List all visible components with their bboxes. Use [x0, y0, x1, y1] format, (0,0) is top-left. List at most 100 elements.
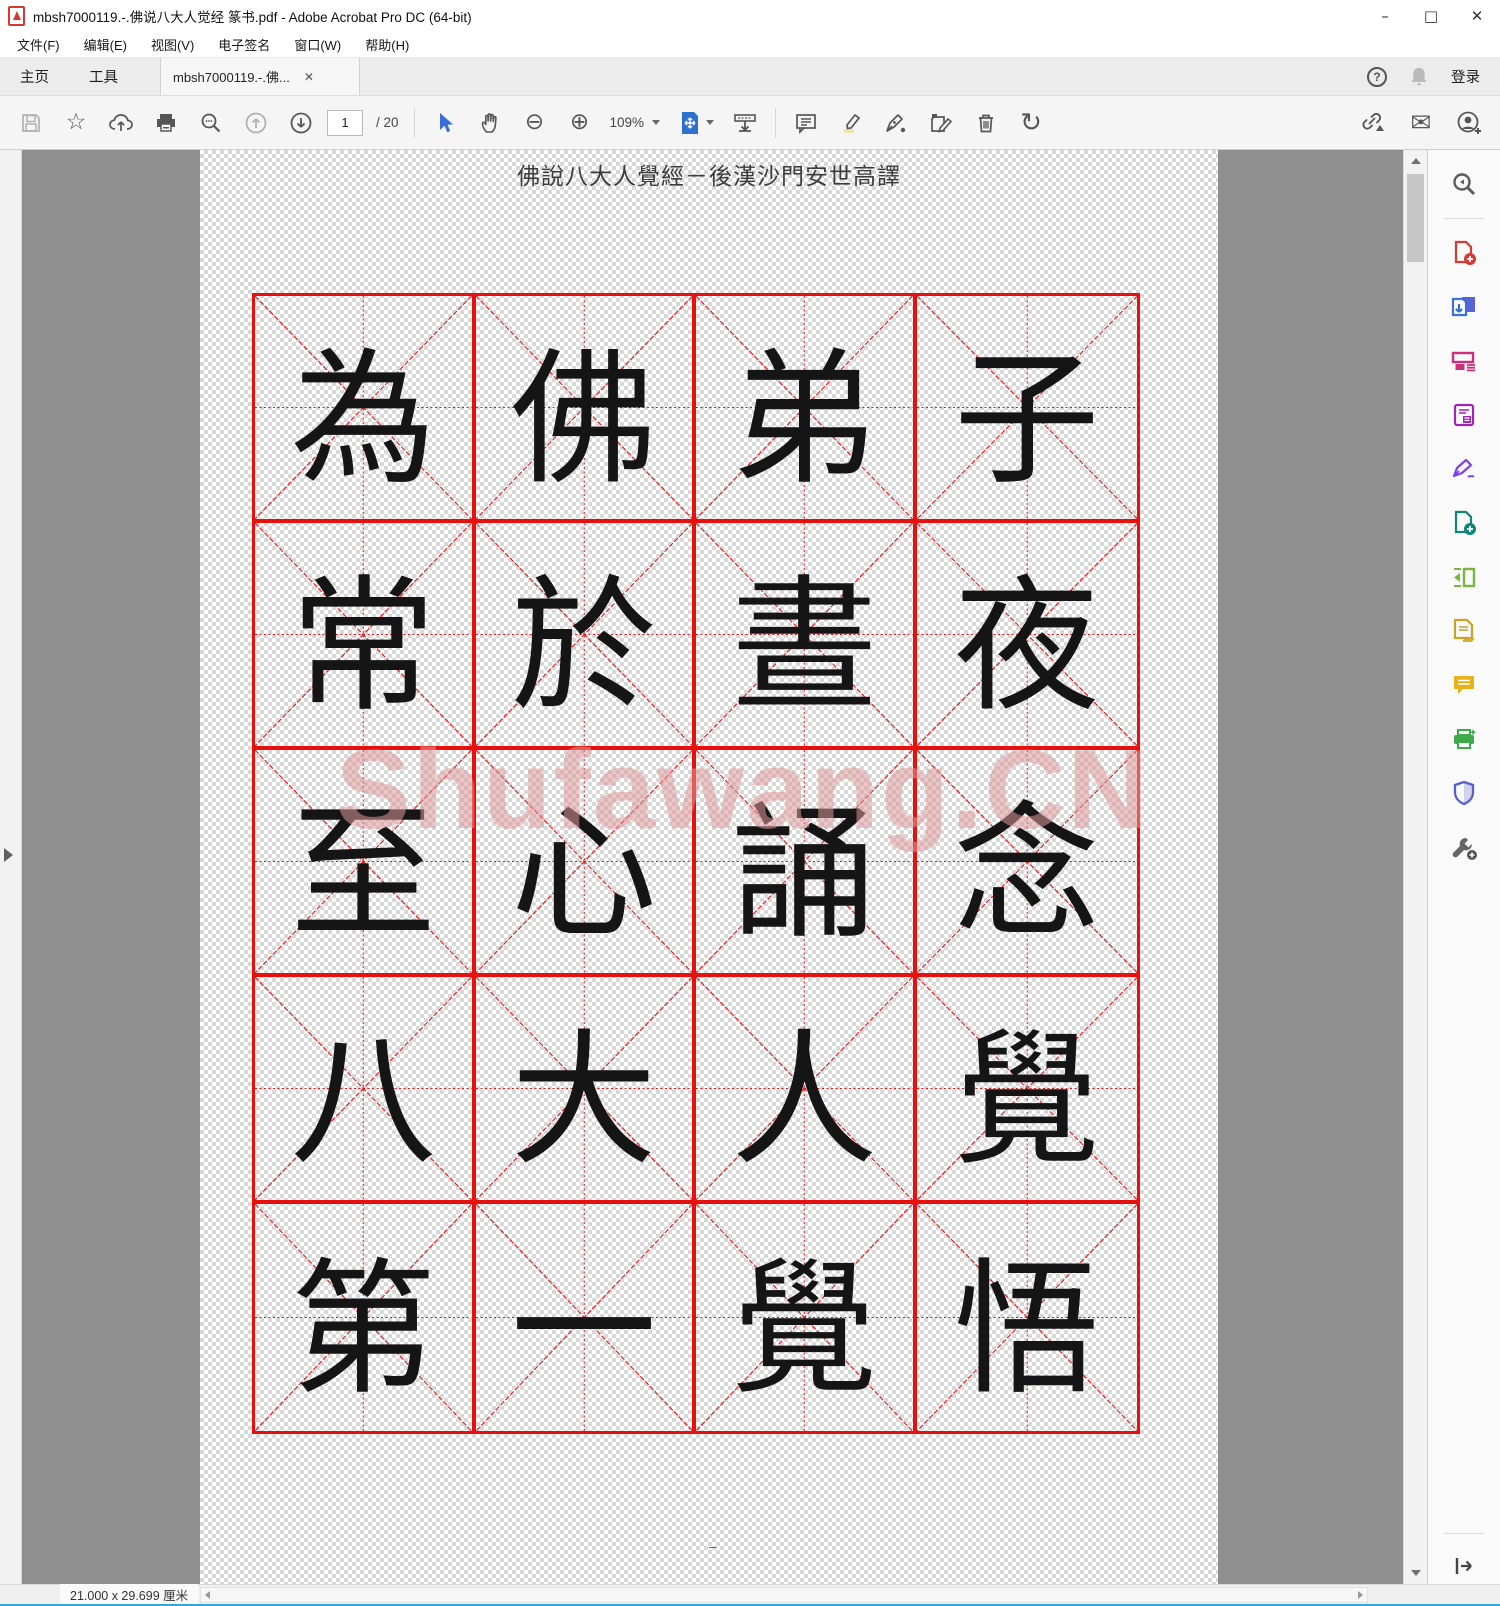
print-button[interactable]: [147, 104, 185, 142]
tab-close-icon[interactable]: ✕: [304, 70, 314, 84]
seal-character: 常: [290, 562, 437, 732]
vertical-scrollbar[interactable]: [1403, 150, 1427, 1584]
sidebar-organize-pages-tool[interactable]: [1442, 339, 1486, 383]
comment-bubble-icon: [1454, 676, 1474, 694]
scroll-up-button[interactable]: [1404, 150, 1428, 172]
calligraphy-grid: 為 佛 弟 子 常 於 晝 夜 至 心 誦 念 八 大 人 覺 第 一 覺 悟: [252, 293, 1140, 1434]
main-toolbar: ☆ 1 / 20 ⊖ ⊕ 109% ↻ ✉: [0, 96, 1500, 150]
grid-cell: 常: [255, 523, 476, 750]
tools-sidebar: [1427, 150, 1500, 1584]
redo-button[interactable]: ↻: [1012, 104, 1050, 142]
zoom-in-button[interactable]: ⊕: [561, 104, 599, 142]
sidebar-protect-tool[interactable]: [1442, 771, 1486, 815]
menu-window[interactable]: 窗口(W): [283, 32, 352, 57]
zoom-out-button[interactable]: ⊖: [516, 104, 554, 142]
delete-button[interactable]: [967, 104, 1005, 142]
page-heading: 佛說八大人覺經－後漢沙門安世高譯: [517, 164, 901, 189]
title-bar: mbsh7000119.-.佛说八大人觉经 篆书.pdf - Adobe Acr…: [0, 0, 1500, 32]
chevron-down-icon: [705, 120, 714, 125]
tab-document[interactable]: mbsh7000119.-.佛... ✕: [160, 58, 360, 95]
sidebar-convert-pdf-tool[interactable]: [1442, 501, 1486, 545]
scroll-down-button[interactable]: [1404, 1562, 1428, 1584]
acrobat-window: mbsh7000119.-.佛说八大人觉经 篆书.pdf - Adobe Acr…: [0, 0, 1500, 1606]
tab-tools[interactable]: 工具: [69, 58, 138, 95]
sign-button[interactable]: [877, 104, 915, 142]
next-page-button[interactable]: [282, 104, 320, 142]
convert-pdf-icon: [1454, 510, 1476, 535]
hand-icon: [481, 112, 497, 133]
zoom-level-select[interactable]: 109%: [606, 115, 665, 131]
compress-pdf-icon: [1453, 403, 1475, 427]
scroll-down-arrow-icon: [1411, 1570, 1421, 1576]
maximize-button[interactable]: □: [1408, 0, 1454, 32]
cloud-upload-icon: [109, 113, 133, 131]
scroll-left-arrow-icon[interactable]: [205, 1591, 210, 1599]
grid-cell: 於: [475, 523, 696, 750]
hand-tool-button[interactable]: [471, 104, 509, 142]
sidebar-compress-pdf-tool[interactable]: [1442, 393, 1486, 437]
horizontal-scrollbar[interactable]: [200, 1587, 1368, 1603]
share-link-button[interactable]: [1354, 104, 1392, 142]
tab-bar: 主页 工具 mbsh7000119.-.佛... ✕ ? 登录: [0, 58, 1500, 96]
sidebar-scan-ocr-tool[interactable]: [1442, 717, 1486, 761]
fit-page-icon: [681, 111, 698, 134]
save-button[interactable]: [12, 104, 50, 142]
stamp-edit-button[interactable]: [922, 104, 960, 142]
highlighter-icon: [844, 113, 861, 133]
fill-sign-pen-icon: [1452, 458, 1475, 478]
tab-home[interactable]: 主页: [0, 58, 69, 95]
grid-cell: 佛: [475, 296, 696, 523]
scan-ocr-icon: [1454, 729, 1477, 749]
select-tool-button[interactable]: [426, 104, 464, 142]
menu-file[interactable]: 文件(F): [6, 32, 71, 57]
notifications-bell-icon[interactable]: [1409, 66, 1429, 88]
document-viewport[interactable]: 佛說八大人覺經－後漢沙門安世高譯 為 佛 弟 子 常 於 晝 夜 至 心 誦 念…: [22, 150, 1403, 1584]
sign-in-button[interactable]: 登录: [1451, 66, 1480, 87]
sidebar-search-tool[interactable]: [1442, 162, 1486, 206]
close-button[interactable]: ✕: [1454, 0, 1500, 32]
page-number-input[interactable]: [327, 109, 363, 136]
trash-icon: [979, 114, 994, 132]
grid-cell: 大: [475, 977, 696, 1204]
sidebar-edit-pdf-tool[interactable]: [1442, 555, 1486, 599]
favorite-star-button[interactable]: ☆: [57, 104, 95, 142]
seal-character: 覺: [953, 1016, 1100, 1186]
search-button[interactable]: [192, 104, 230, 142]
menu-esign[interactable]: 电子签名: [207, 32, 281, 57]
vertical-scrollbar-thumb[interactable]: [1407, 174, 1424, 262]
star-icon: ☆: [65, 109, 87, 135]
sidebar-request-signatures-tool[interactable]: [1442, 609, 1486, 653]
account-button[interactable]: [1450, 104, 1488, 142]
fountain-pen-icon: [886, 113, 906, 132]
help-button[interactable]: ?: [1367, 66, 1387, 87]
email-button[interactable]: ✉: [1402, 104, 1440, 142]
menu-view[interactable]: 视图(V): [140, 32, 205, 57]
fit-width-button[interactable]: [726, 104, 764, 142]
sidebar-fill-sign-tool[interactable]: [1442, 447, 1486, 491]
seal-character: 於: [510, 562, 657, 732]
tab-document-label: mbsh7000119.-.佛...: [173, 70, 290, 85]
expand-panel-icon[interactable]: [1453, 1556, 1475, 1576]
fit-page-button[interactable]: [671, 104, 719, 142]
grid-cell: 人: [696, 977, 917, 1204]
comment-button[interactable]: [787, 104, 825, 142]
sidebar-more-tools[interactable]: [1442, 825, 1486, 869]
left-panel-toggle-icon[interactable]: [4, 848, 13, 862]
arrow-down-circle-icon: [290, 112, 312, 133]
sidebar-create-pdf-tool[interactable]: [1442, 231, 1486, 275]
share-cloud-button[interactable]: [102, 104, 140, 142]
grid-cell: 子: [916, 296, 1137, 523]
menu-help[interactable]: 帮助(H): [354, 32, 420, 57]
highlight-button[interactable]: [832, 104, 870, 142]
sidebar-comment-tool[interactable]: [1442, 663, 1486, 707]
previous-page-button[interactable]: [237, 104, 275, 142]
sidebar-export-pdf-tool[interactable]: [1442, 285, 1486, 329]
scroll-right-arrow-icon[interactable]: [1358, 1591, 1363, 1599]
minimize-button[interactable]: –: [1362, 0, 1408, 32]
menu-edit[interactable]: 编辑(E): [73, 32, 138, 57]
window-title: mbsh7000119.-.佛说八大人觉经 篆书.pdf - Adobe Acr…: [33, 10, 472, 25]
grid-cell: 念: [916, 750, 1137, 977]
sidebar-separator: [1444, 218, 1484, 219]
printer-icon: [157, 113, 175, 132]
seal-character: 八: [290, 1016, 437, 1186]
